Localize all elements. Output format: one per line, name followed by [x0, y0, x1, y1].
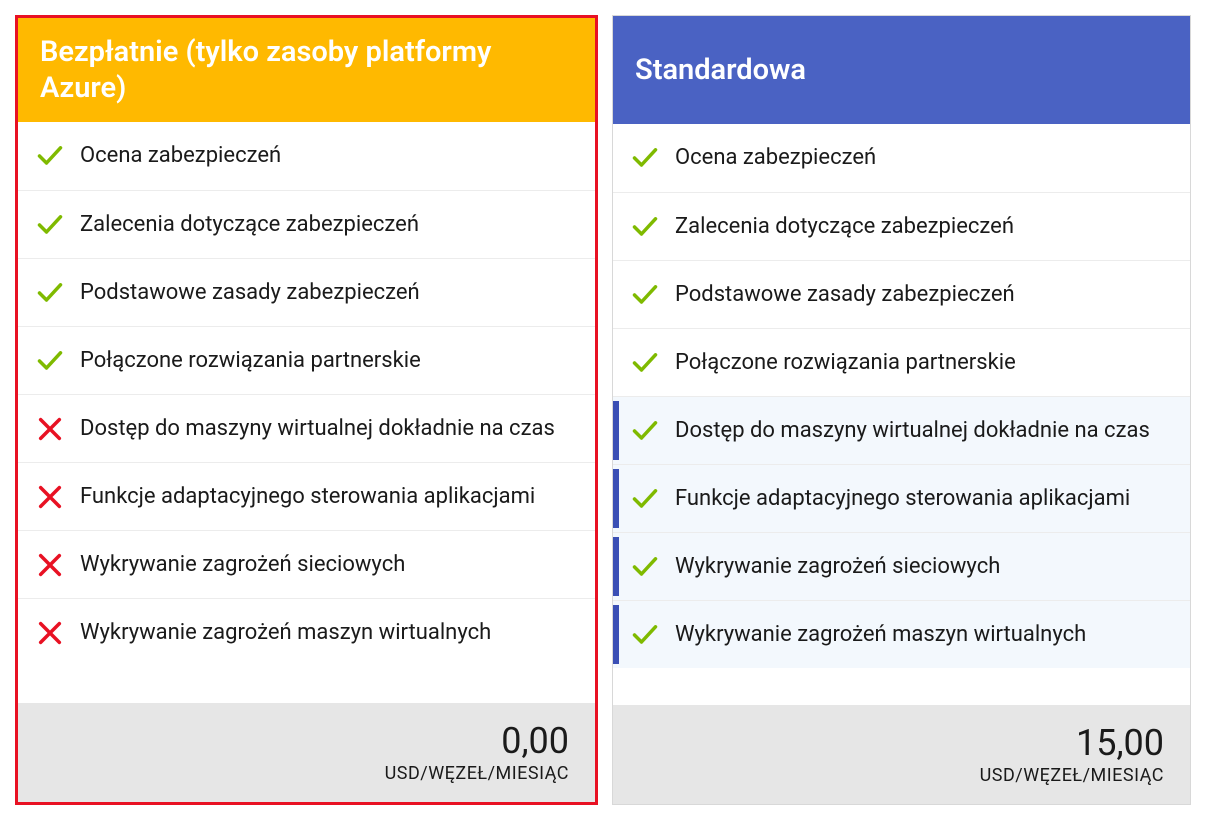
feature-label: Połączone rozwiązania partnerskie — [80, 347, 577, 375]
feature-label: Dostęp do maszyny wirtualnej dokładnie n… — [675, 417, 1172, 445]
check-icon — [631, 281, 675, 309]
feature-label: Wykrywanie zagrożeń maszyn wirtualnych — [675, 621, 1172, 649]
feature-row: Połączone rozwiązania partnerskie — [613, 328, 1190, 396]
feature-row: Wykrywanie zagrożeń maszyn wirtualnych — [18, 598, 595, 666]
feature-label: Funkcje adaptacyjnego sterowania aplikac… — [675, 485, 1172, 513]
feature-row: Wykrywanie zagrożeń sieciowych — [613, 532, 1190, 600]
cross-icon — [36, 483, 80, 511]
feature-row: Funkcje adaptacyjnego sterowania aplikac… — [18, 462, 595, 530]
check-icon — [36, 279, 80, 307]
feature-row: Dostęp do maszyny wirtualnej dokładnie n… — [18, 394, 595, 462]
feature-label: Wykrywanie zagrożeń sieciowych — [80, 551, 577, 579]
feature-label: Podstawowe zasady zabezpieczeń — [80, 279, 577, 307]
check-icon — [36, 211, 80, 239]
check-icon — [631, 553, 675, 581]
plan-title: Bezpłatnie (tylko zasoby platformy Azure… — [40, 34, 573, 107]
feature-label: Wykrywanie zagrożeń sieciowych — [675, 553, 1172, 581]
pricing-tier-selector: Bezpłatnie (tylko zasoby platformy Azure… — [0, 0, 1206, 820]
check-icon — [631, 621, 675, 649]
feature-row: Wykrywanie zagrożeń sieciowych — [18, 530, 595, 598]
plan-card-free[interactable]: Bezpłatnie (tylko zasoby platformy Azure… — [15, 15, 598, 805]
cross-icon — [36, 415, 80, 443]
feature-label: Zalecenia dotyczące zabezpieczeń — [675, 213, 1172, 241]
check-icon — [631, 144, 675, 172]
plan-header-free: Bezpłatnie (tylko zasoby platformy Azure… — [18, 18, 595, 122]
price-box-standard: 15,00 USD/WĘZEŁ/MIESIĄC — [613, 705, 1190, 804]
check-icon — [631, 213, 675, 241]
check-icon — [36, 142, 80, 170]
feature-row: Ocena zabezpieczeń — [18, 122, 595, 190]
plan-title: Standardowa — [635, 52, 806, 88]
check-icon — [631, 417, 675, 445]
feature-label: Funkcje adaptacyjnego sterowania aplikac… — [80, 483, 577, 511]
feature-row: Zalecenia dotyczące zabezpieczeń — [18, 190, 595, 258]
feature-row: Dostęp do maszyny wirtualnej dokładnie n… — [613, 396, 1190, 464]
price-unit: USD/WĘZEŁ/MIESIĄC — [44, 763, 569, 784]
feature-label: Ocena zabezpieczeń — [80, 142, 577, 170]
feature-list-standard: Ocena zabezpieczeń Zalecenia dotyczące z… — [613, 124, 1190, 668]
cross-icon — [36, 619, 80, 647]
cross-icon — [36, 551, 80, 579]
feature-row: Ocena zabezpieczeń — [613, 124, 1190, 192]
feature-label: Podstawowe zasady zabezpieczeń — [675, 281, 1172, 309]
check-icon — [631, 349, 675, 377]
price-unit: USD/WĘZEŁ/MIESIĄC — [639, 765, 1164, 786]
feature-list-free: Ocena zabezpieczeń Zalecenia dotyczące z… — [18, 122, 595, 666]
feature-row: Połączone rozwiązania partnerskie — [18, 326, 595, 394]
feature-label: Wykrywanie zagrożeń maszyn wirtualnych — [80, 619, 577, 647]
check-icon — [631, 485, 675, 513]
price-box-free: 0,00 USD/WĘZEŁ/MIESIĄC — [18, 703, 595, 802]
feature-label: Dostęp do maszyny wirtualnej dokładnie n… — [80, 415, 577, 443]
feature-label: Ocena zabezpieczeń — [675, 144, 1172, 172]
check-icon — [36, 347, 80, 375]
feature-row: Funkcje adaptacyjnego sterowania aplikac… — [613, 464, 1190, 532]
feature-row: Podstawowe zasady zabezpieczeń — [18, 258, 595, 326]
plan-card-standard[interactable]: Standardowa Ocena zabezpieczeń Zalecenia… — [612, 15, 1191, 805]
feature-label: Połączone rozwiązania partnerskie — [675, 349, 1172, 377]
price-value: 15,00 — [639, 725, 1164, 763]
feature-row: Podstawowe zasady zabezpieczeń — [613, 260, 1190, 328]
plan-header-standard: Standardowa — [613, 16, 1190, 124]
feature-label: Zalecenia dotyczące zabezpieczeń — [80, 211, 577, 239]
feature-row: Wykrywanie zagrożeń maszyn wirtualnych — [613, 600, 1190, 668]
price-value: 0,00 — [44, 723, 569, 761]
feature-row: Zalecenia dotyczące zabezpieczeń — [613, 192, 1190, 260]
